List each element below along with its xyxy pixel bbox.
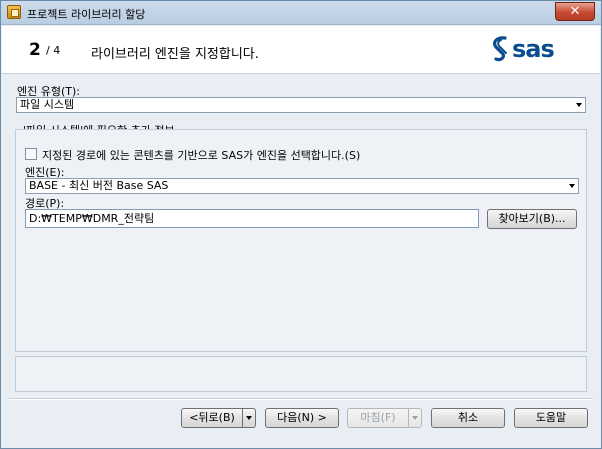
finish-dropdown-button[interactable] (408, 408, 422, 428)
auto-engine-checkbox[interactable] (25, 148, 37, 160)
help-button[interactable]: 도움말 (514, 408, 588, 428)
engine-select[interactable]: BASE - 최신 버전 Base SAS (25, 178, 579, 194)
sas-swirl-icon (493, 36, 507, 62)
next-button[interactable]: 다음(N) > (265, 408, 339, 428)
close-button[interactable]: ✕ (555, 2, 595, 21)
wizard-header: 2 / 4 라이브러리 엔진을 지정합니다. sas (2, 26, 600, 74)
sas-logo: sas (489, 35, 555, 63)
engine-value: BASE - 최신 버전 Base SAS (29, 179, 169, 192)
engine-type-select[interactable]: 파일 시스템 (16, 97, 586, 113)
sas-logo-text: sas (512, 35, 555, 63)
auto-engine-label[interactable]: 지정된 경로에 있는 콘텐츠를 기반으로 SAS가 엔진을 선택합니다.(S) (42, 147, 360, 163)
page-title: 라이브러리 엔진을 지정합니다. (91, 47, 259, 62)
title-bar[interactable]: 프로젝트 라이브러리 할당 ✕ (1, 1, 601, 25)
dialog-window: 프로젝트 라이브러리 할당 ✕ 2 / 4 라이브러리 엔진을 지정합니다. s… (0, 0, 602, 449)
chevron-down-icon (576, 103, 582, 107)
path-input[interactable]: D:₩TEMP₩DMR_전략팀 (25, 209, 479, 228)
engine-type-value: 파일 시스템 (20, 98, 75, 111)
back-button[interactable]: <뒤로(B) (181, 408, 243, 428)
step-current: 2 (29, 40, 41, 60)
cancel-button[interactable]: 취소 (431, 408, 505, 428)
back-dropdown-button[interactable] (242, 408, 256, 428)
step-total: / 4 (46, 44, 61, 57)
status-panel (15, 356, 587, 392)
library-icon (7, 5, 21, 19)
chevron-down-icon (569, 184, 575, 188)
footer-separator (9, 398, 593, 400)
finish-button[interactable]: 마침(F) (347, 408, 409, 428)
window-title: 프로젝트 라이브러리 할당 (27, 8, 146, 21)
browse-button[interactable]: 찾아보기(B)... (487, 209, 577, 229)
